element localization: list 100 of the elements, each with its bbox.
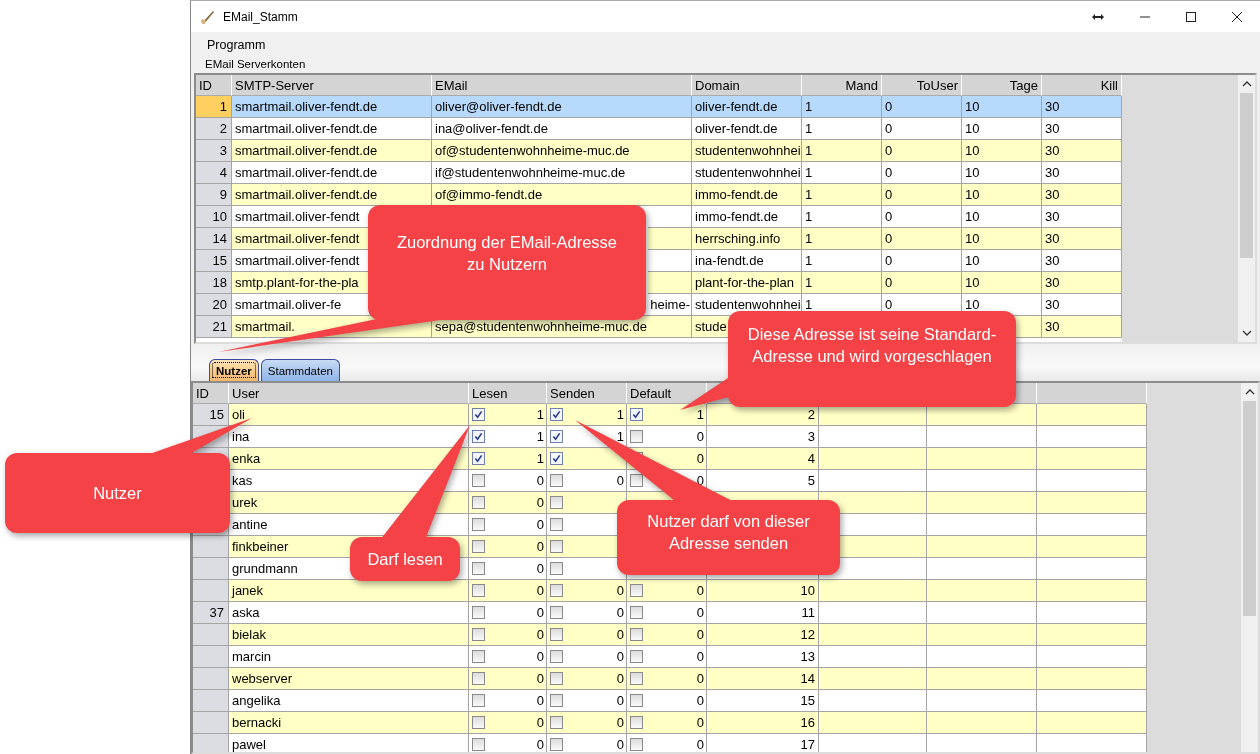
- cell-value: 0: [536, 560, 544, 578]
- cell-value: 1: [536, 406, 544, 424]
- row-header[interactable]: 2: [196, 118, 232, 140]
- column-header[interactable]: EMail: [432, 75, 692, 96]
- cell-value: 0: [536, 582, 544, 600]
- column-header[interactable]: Default: [627, 383, 707, 404]
- column-header[interactable]: SMTP-Server: [232, 75, 432, 96]
- checkbox[interactable]: [550, 562, 563, 575]
- table-cell: 16: [707, 712, 819, 734]
- scrollbar[interactable]: [1238, 75, 1255, 342]
- checkbox[interactable]: [472, 562, 485, 575]
- checkbox[interactable]: [472, 408, 485, 421]
- checkbox[interactable]: [550, 650, 563, 663]
- checkbox[interactable]: [550, 452, 563, 465]
- checkbox[interactable]: [472, 628, 485, 641]
- menu-item[interactable]: Programm: [197, 38, 276, 52]
- scrollbar-thumb[interactable]: [1243, 401, 1256, 616]
- column-header[interactable]: Senden: [547, 383, 627, 404]
- checkbox[interactable]: [630, 408, 643, 421]
- checkbox[interactable]: [550, 430, 563, 443]
- checkbox[interactable]: [630, 584, 643, 597]
- scrollbar[interactable]: [1241, 383, 1258, 752]
- checkbox[interactable]: [550, 716, 563, 729]
- checkbox[interactable]: [550, 474, 563, 487]
- checkbox[interactable]: [472, 738, 485, 751]
- checkbox[interactable]: [472, 694, 485, 707]
- row-header[interactable]: 20: [196, 294, 232, 316]
- scroll-up-icon[interactable]: [1241, 81, 1252, 87]
- checkbox[interactable]: [630, 738, 643, 751]
- checkbox[interactable]: [472, 584, 485, 597]
- checkbox[interactable]: [472, 606, 485, 619]
- checkbox[interactable]: [550, 694, 563, 707]
- checkbox[interactable]: [472, 474, 485, 487]
- row-header[interactable]: 18: [196, 272, 232, 294]
- row-header[interactable]: 15: [196, 250, 232, 272]
- cell-value: 0: [616, 692, 624, 710]
- table-cell: 0: [882, 250, 962, 272]
- table-cell: 0: [882, 140, 962, 162]
- column-header[interactable]: Tage: [962, 75, 1042, 96]
- table-cell: 10: [962, 228, 1042, 250]
- row-header[interactable]: 14: [196, 228, 232, 250]
- table-cell: 3: [707, 426, 819, 448]
- checkbox[interactable]: [630, 716, 643, 729]
- table-cell: plant-for-the-plan: [692, 272, 802, 294]
- scrollbar-thumb[interactable]: [1240, 93, 1253, 258]
- table-cell: 30: [1042, 206, 1122, 228]
- cell-value: 0: [696, 604, 704, 622]
- cell-value: 0: [616, 648, 624, 666]
- tab[interactable]: Nutzer: [209, 359, 259, 381]
- checkbox[interactable]: [630, 694, 643, 707]
- checkbox[interactable]: [472, 452, 485, 465]
- table-cell: 1: [802, 228, 882, 250]
- checkbox[interactable]: [472, 672, 485, 685]
- checkbox[interactable]: [630, 430, 643, 443]
- checkbox[interactable]: [550, 628, 563, 641]
- column-header[interactable]: Domain: [692, 75, 802, 96]
- table-cell: bernacki: [229, 712, 469, 734]
- checkbox[interactable]: [550, 540, 563, 553]
- cell-value: 0: [616, 714, 624, 732]
- checkbox[interactable]: [630, 650, 643, 663]
- resize-icon[interactable]: [1092, 12, 1104, 21]
- table-cell: smartmail.oliver-fendt.de: [232, 140, 432, 162]
- checkbox[interactable]: [630, 606, 643, 619]
- table-cell: 14: [707, 668, 819, 690]
- checkbox[interactable]: [550, 584, 563, 597]
- table-cell: 0: [882, 96, 962, 118]
- row-header[interactable]: 9: [196, 184, 232, 206]
- tab[interactable]: Stammdaten: [260, 359, 340, 381]
- column-header[interactable]: Lesen: [469, 383, 547, 404]
- column-header[interactable]: ToUser: [882, 75, 962, 96]
- checkbox[interactable]: [472, 496, 485, 509]
- table-cell: 30: [1042, 184, 1122, 206]
- table-cell: 30: [1042, 250, 1122, 272]
- scroll-up-icon[interactable]: [1244, 389, 1255, 395]
- checkbox[interactable]: [550, 408, 563, 421]
- row-header[interactable]: 3: [196, 140, 232, 162]
- column-header[interactable]: ID: [196, 75, 232, 96]
- row-header[interactable]: 10: [196, 206, 232, 228]
- row-header[interactable]: 4: [196, 162, 232, 184]
- checkbox[interactable]: [630, 474, 643, 487]
- column-header[interactable]: Mand: [802, 75, 882, 96]
- checkbox[interactable]: [472, 540, 485, 553]
- column-header[interactable]: User: [229, 383, 469, 404]
- checkbox[interactable]: [550, 738, 563, 751]
- checkbox[interactable]: [472, 518, 485, 531]
- checkbox[interactable]: [550, 606, 563, 619]
- column-header[interactable]: Kill: [1042, 75, 1122, 96]
- checkbox[interactable]: [630, 628, 643, 641]
- checkbox[interactable]: [472, 650, 485, 663]
- scroll-down-icon[interactable]: [1241, 330, 1252, 336]
- checkbox[interactable]: [550, 496, 563, 509]
- table-cell: if@studentenwohnheime-muc.de: [432, 162, 692, 184]
- checkbox[interactable]: [630, 672, 643, 685]
- checkbox[interactable]: [472, 716, 485, 729]
- checkbox[interactable]: [550, 518, 563, 531]
- checkbox[interactable]: [550, 672, 563, 685]
- column-header[interactable]: ID: [193, 383, 229, 404]
- row-header[interactable]: 21: [196, 316, 232, 338]
- checkbox[interactable]: [472, 430, 485, 443]
- row-header[interactable]: 1: [196, 96, 232, 118]
